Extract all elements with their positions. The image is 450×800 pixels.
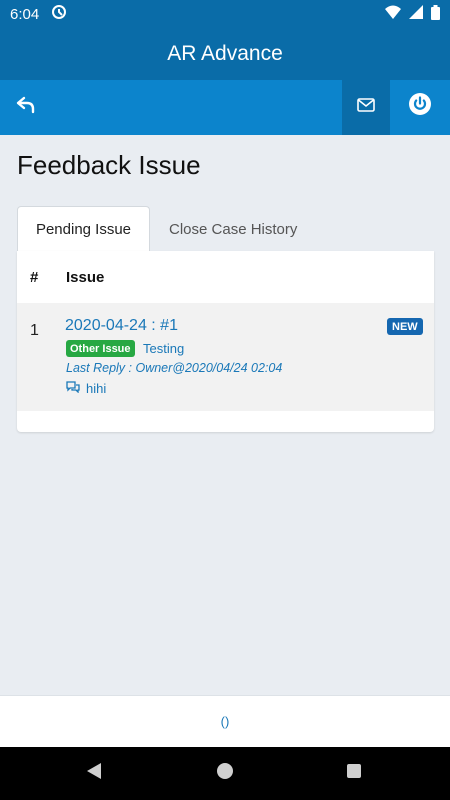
row-index: 1: [30, 322, 39, 339]
category-badge: Other Issue: [66, 340, 135, 357]
app-bar: AR Advance: [0, 28, 450, 80]
tab-close-case-history[interactable]: Close Case History: [169, 206, 297, 252]
signal-icon: [409, 5, 423, 23]
back-button[interactable]: [8, 88, 44, 126]
tab-pending-issue[interactable]: Pending Issue: [17, 206, 150, 252]
mail-button[interactable]: [342, 80, 390, 135]
tab-bar: Pending Issue Close Case History: [17, 206, 434, 252]
column-header-number: #: [30, 268, 39, 286]
power-button[interactable]: [398, 84, 442, 128]
table-row[interactable]: 1 2020-04-24 : #1 NEW Other Issue Testin…: [17, 303, 434, 411]
power-icon: [408, 92, 432, 121]
reply-preview: hihi: [66, 381, 106, 396]
comment-icon: [66, 381, 80, 396]
nav-recents-button[interactable]: [342, 761, 366, 785]
wifi-icon: [385, 5, 401, 23]
square-recents-icon: [346, 763, 362, 784]
notification-icon: [51, 4, 67, 24]
nav-back-button[interactable]: [82, 761, 106, 785]
issue-subject: Testing: [143, 341, 185, 356]
status-bar: 6:04: [0, 0, 450, 28]
circle-home-icon: [216, 762, 234, 785]
footer: (): [0, 695, 450, 747]
back-icon: [16, 96, 36, 119]
last-reply-text: Last Reply : Owner@2020/04/24 02:04: [66, 361, 283, 375]
column-header-issue: Issue: [66, 268, 105, 286]
triangle-back-icon: [86, 762, 102, 785]
nav-home-button[interactable]: [213, 761, 237, 785]
mail-icon: [357, 98, 375, 117]
issue-title-link[interactable]: 2020-04-24 : #1: [65, 317, 178, 335]
footer-text: (): [220, 714, 230, 729]
page-title: Feedback Issue: [17, 150, 201, 180]
system-nav-bar: [0, 747, 450, 800]
app-title: AR Advance: [167, 42, 283, 65]
status-time: 6:04: [10, 5, 40, 23]
new-badge: NEW: [387, 318, 423, 335]
reply-text: hihi: [86, 381, 107, 396]
battery-icon: [431, 4, 440, 24]
issue-table: # Issue 1 2020-04-24 : #1 NEW Other Issu…: [17, 251, 434, 432]
toolbar: [0, 80, 450, 135]
